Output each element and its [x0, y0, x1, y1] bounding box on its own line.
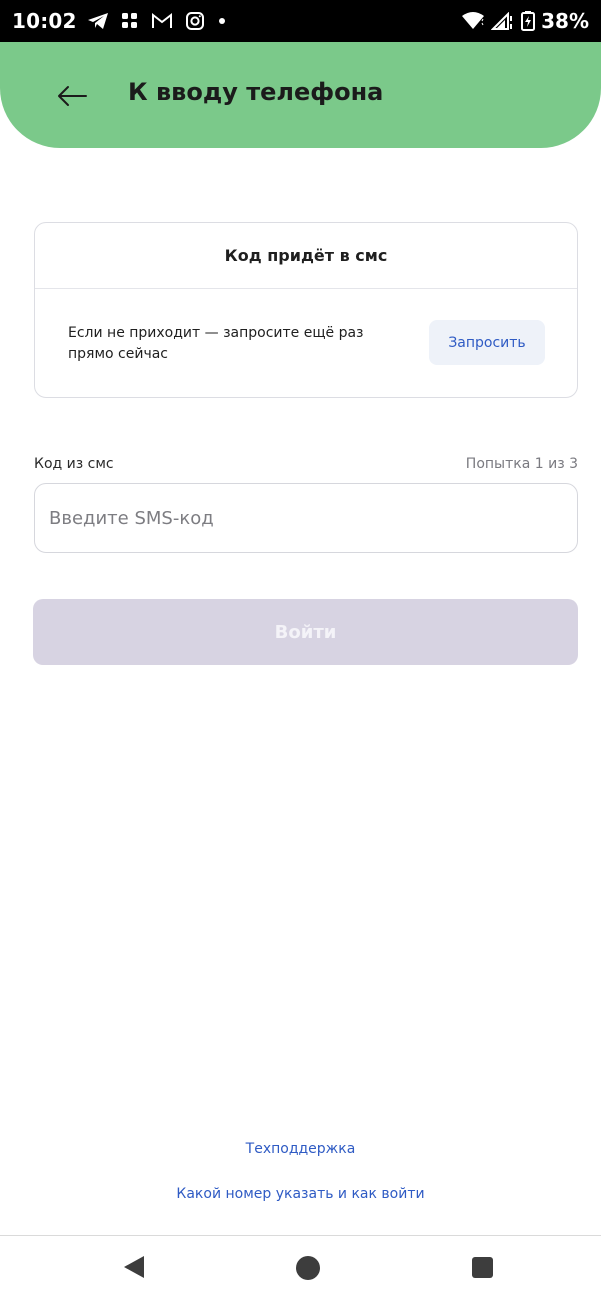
support-link[interactable]: Техподдержка: [0, 1141, 601, 1157]
request-code-button[interactable]: Запросить: [429, 320, 545, 365]
battery-percent: 38%: [541, 9, 589, 33]
nav-recent-icon[interactable]: [472, 1257, 493, 1278]
grid-app-icon: [121, 13, 137, 28]
page-title: К вводу телефона: [128, 78, 384, 106]
sms-info-card: Код придёт в смс Если не приходит — запр…: [34, 222, 578, 398]
battery-icon: [521, 11, 536, 31]
status-bar: 10:02 38%: [0, 0, 601, 42]
login-button[interactable]: Войти: [33, 599, 578, 665]
info-card-text: Если не приходит — запросите ещё раз пря…: [68, 325, 364, 362]
info-card-body: Если не приходит — запросите ещё раз пря…: [35, 289, 577, 397]
gmail-icon: [151, 12, 172, 28]
nav-back-icon[interactable]: [122, 1254, 146, 1280]
arrow-left-icon: [58, 86, 87, 106]
system-nav-bar: [0, 1236, 601, 1301]
nav-home-icon[interactable]: [296, 1256, 320, 1280]
status-right: 38%: [461, 9, 589, 33]
app-header: К вводу телефона: [0, 42, 601, 148]
status-time: 10:02: [12, 9, 77, 33]
telegram-icon: [87, 13, 108, 29]
signal-icon: [491, 12, 513, 30]
sms-code-input[interactable]: [34, 483, 578, 553]
wifi-icon: [462, 12, 485, 29]
howto-link[interactable]: Какой номер указать и как войти: [0, 1186, 601, 1202]
attempt-counter: Попытка 1 из 3: [465, 456, 578, 472]
dot-icon: [218, 18, 225, 24]
code-field-label: Код из смс: [34, 456, 114, 472]
back-button[interactable]: [52, 76, 92, 116]
info-card-title: Код придёт в смс: [35, 223, 577, 289]
instagram-icon: [185, 12, 204, 30]
notification-icons: [87, 11, 227, 31]
